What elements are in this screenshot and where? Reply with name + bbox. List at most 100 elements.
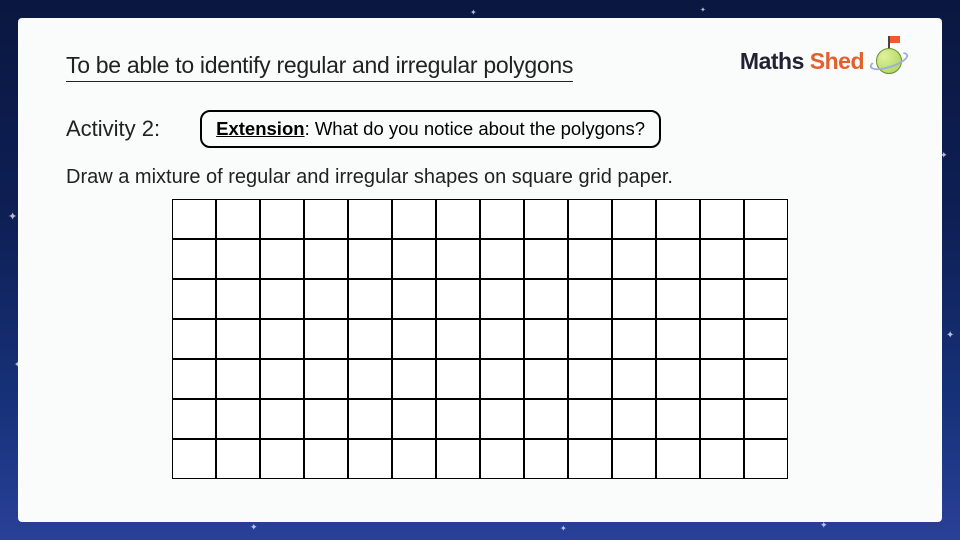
grid-cell (348, 239, 392, 279)
grid-cell (392, 319, 436, 359)
learning-objective: To be able to identify regular and irreg… (66, 52, 573, 82)
star-icon: ✦ (560, 524, 567, 533)
star-icon: ✦ (946, 330, 954, 341)
star-icon: ✦ (250, 522, 258, 533)
extension-label: Extension (216, 118, 304, 139)
brand-logo: Maths Shed (740, 42, 908, 80)
grid-cell (260, 239, 304, 279)
grid-cell (480, 439, 524, 479)
grid-cell (348, 439, 392, 479)
extension-text: : What do you notice about the polygons? (305, 118, 645, 139)
grid-cell (392, 399, 436, 439)
grid-cell (436, 319, 480, 359)
grid-cell (392, 239, 436, 279)
grid-cell (656, 439, 700, 479)
grid-cell (612, 399, 656, 439)
grid-cell (304, 399, 348, 439)
grid-cell (656, 399, 700, 439)
grid-cell (348, 199, 392, 239)
star-icon: ✦ (470, 8, 477, 17)
grid-cell (216, 359, 260, 399)
slide-background: ✦✦✦✦✦✦✦✦✦✦✦✦ Maths Shed To be able to id… (0, 0, 960, 540)
grid-cell (392, 279, 436, 319)
grid-cell (348, 359, 392, 399)
activity-label: Activity 2: (66, 116, 160, 142)
grid-cell (260, 319, 304, 359)
grid-cell (656, 199, 700, 239)
grid-cell (480, 359, 524, 399)
grid-cell (172, 319, 216, 359)
grid-cell (172, 279, 216, 319)
brand-word-2: Shed (810, 48, 864, 74)
grid-cell (744, 199, 788, 239)
grid-cell (656, 279, 700, 319)
grid-cell (304, 319, 348, 359)
brand-word-1: Maths (740, 48, 804, 74)
grid-cell (612, 239, 656, 279)
grid-cell (260, 439, 304, 479)
brand-name: Maths Shed (740, 48, 864, 75)
grid-cell (436, 399, 480, 439)
grid-cell (568, 359, 612, 399)
grid-cell (700, 359, 744, 399)
grid-cell (304, 359, 348, 399)
grid-cell (568, 239, 612, 279)
star-icon: ✦ (8, 210, 17, 223)
grid-cell (700, 319, 744, 359)
activity-row: Activity 2: Extension: What do you notic… (66, 110, 894, 148)
grid-cell (568, 439, 612, 479)
grid-cell (172, 359, 216, 399)
grid-cell (392, 439, 436, 479)
grid-cell (436, 239, 480, 279)
grid-cell (480, 239, 524, 279)
grid-cell (744, 399, 788, 439)
grid-cell (656, 319, 700, 359)
grid-cell (568, 319, 612, 359)
grid-cell (700, 279, 744, 319)
grid-cell (744, 359, 788, 399)
grid-cell (216, 319, 260, 359)
grid-cell (612, 319, 656, 359)
grid-cell (568, 199, 612, 239)
grid-cell (216, 439, 260, 479)
square-grid (172, 199, 788, 479)
grid-cell (524, 399, 568, 439)
grid-cell (480, 279, 524, 319)
grid-cell (304, 239, 348, 279)
grid-cell (172, 199, 216, 239)
grid-cell (304, 439, 348, 479)
grid-cell (612, 279, 656, 319)
grid-cell (744, 439, 788, 479)
grid-cell (568, 279, 612, 319)
grid-cell (216, 279, 260, 319)
grid-cell (524, 199, 568, 239)
grid-cell (480, 199, 524, 239)
grid-cell (260, 279, 304, 319)
star-icon: ✦ (700, 6, 706, 14)
grid-cell (392, 359, 436, 399)
grid-cell (656, 359, 700, 399)
grid-cell (744, 279, 788, 319)
grid-cell (744, 319, 788, 359)
grid-cell (524, 319, 568, 359)
content-card: Maths Shed To be able to identify regula… (18, 18, 942, 522)
grid-cell (216, 399, 260, 439)
grid-cell (700, 399, 744, 439)
grid-cell (304, 199, 348, 239)
grid-cell (260, 359, 304, 399)
grid-cell (612, 359, 656, 399)
grid-cell (436, 279, 480, 319)
grid-cell (392, 199, 436, 239)
grid-cell (656, 239, 700, 279)
extension-box: Extension: What do you notice about the … (200, 110, 661, 148)
grid-cell (524, 439, 568, 479)
grid-cell (172, 439, 216, 479)
grid-cell (348, 279, 392, 319)
grid-cell (216, 239, 260, 279)
grid-cell (524, 239, 568, 279)
grid-cell (700, 199, 744, 239)
grid-cell (524, 359, 568, 399)
grid-cell (568, 399, 612, 439)
grid-cell (260, 199, 304, 239)
grid-cell (436, 359, 480, 399)
